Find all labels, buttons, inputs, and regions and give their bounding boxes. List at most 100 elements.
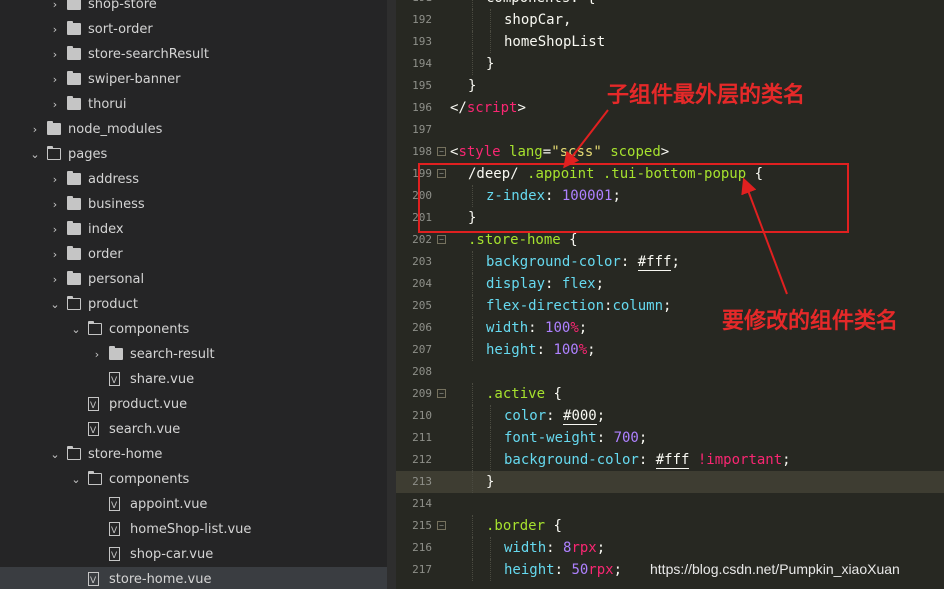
code-line[interactable]: 210 color: #000; [396,405,944,427]
tree-item[interactable]: ⌄ components [0,317,387,342]
tree-item[interactable]: ⌄ pages [0,142,387,167]
tree-item[interactable]: › index [0,217,387,242]
annotation-top: 子组件最外层的类名 [607,83,806,108]
tree-item[interactable]: ⌄ components [0,467,387,492]
chevron-right-icon[interactable]: › [30,117,40,142]
code-line[interactable]: 208 [396,361,944,383]
folder-icon [67,171,81,185]
code-line[interactable]: 215− .border { [396,515,944,537]
tree-item[interactable]: appoint.vue [0,492,387,519]
code-line[interactable]: 192 shopCar, [396,9,944,31]
folder-icon [67,221,81,235]
code-line[interactable]: 194} [396,53,944,75]
code-line[interactable]: 214 [396,493,944,515]
pane-divider[interactable] [387,0,396,589]
code-token: .active [486,386,546,402]
code-line[interactable]: 216 width: 8rpx; [396,537,944,559]
tree-item[interactable]: share.vue [0,367,387,394]
indent-guide [472,339,473,361]
code-token: } [486,56,495,72]
chevron-right-icon[interactable]: › [50,67,60,92]
chevron-down-icon[interactable]: ⌄ [71,317,81,342]
code-token: { [560,232,578,248]
code-token: = [542,144,552,160]
indent-guide [490,537,491,559]
chevron-right-icon[interactable]: › [50,192,60,217]
tree-item-label: node_modules [68,122,163,137]
code-token: homeShopList [504,34,606,50]
tree-item[interactable]: › thorui [0,92,387,117]
fold-toggle-icon[interactable]: − [437,235,446,244]
tree-item-label: personal [88,272,145,287]
code-line[interactable]: 207 height: 100%; [396,339,944,361]
chevron-right-icon[interactable]: › [92,342,102,367]
tree-item[interactable]: store-home.vue [0,567,387,589]
tree-item[interactable]: shop-car.vue [0,542,387,569]
tree-item-label: search-result [130,347,215,362]
chevron-right-icon[interactable]: › [50,92,60,117]
chevron-right-icon[interactable]: › [50,267,60,292]
fold-toggle-icon[interactable]: − [437,147,446,156]
chevron-right-icon[interactable]: › [50,17,60,42]
tree-item[interactable]: › swiper-banner [0,67,387,92]
code-line[interactable]: 209− .active { [396,383,944,405]
tree-item[interactable]: › order [0,242,387,267]
chevron-right-icon[interactable]: › [50,167,60,192]
code-line[interactable]: 212 background-color: #fff !important; [396,449,944,471]
tree-item[interactable]: ⌄ store-home [0,442,387,467]
tree-item-label: swiper-banner [88,72,181,87]
tree-item[interactable]: › search-result [0,342,387,367]
code-line[interactable]: 204 display: flex; [396,273,944,295]
chevron-right-icon[interactable]: › [50,0,60,17]
tree-item[interactable]: › store-searchResult [0,42,387,67]
code-token: flex-direction [486,298,605,314]
line-number: 198 [412,145,432,158]
indent-guide [472,449,473,471]
folder-icon [67,271,81,285]
fold-toggle-icon[interactable]: − [437,521,446,530]
code-line[interactable]: 191 components: { [396,0,944,9]
chevron-down-icon[interactable]: ⌄ [71,467,81,492]
code-line[interactable]: 211 font-weight: 700; [396,427,944,449]
code-token: ; [578,320,588,336]
code-token: lang [500,144,543,160]
code-line[interactable]: 193 homeShopList [396,31,944,53]
chevron-down-icon[interactable]: ⌄ [50,442,60,467]
chevron-down-icon[interactable]: ⌄ [50,292,60,317]
folder-icon [67,296,81,310]
code-line[interactable]: 197 [396,119,944,141]
tree-item[interactable]: › business [0,192,387,217]
line-number: 196 [412,101,432,114]
tree-item[interactable]: search.vue [0,417,387,444]
line-number: 195 [412,79,432,92]
line-number: 203 [412,255,432,268]
tree-item[interactable]: › sort-order [0,17,387,42]
chevron-right-icon[interactable]: › [50,217,60,242]
tree-item[interactable]: ⌄ product [0,292,387,317]
tree-item[interactable]: homeShop-list.vue [0,517,387,544]
tree-item[interactable]: › node_modules [0,117,387,142]
chevron-down-icon[interactable]: ⌄ [30,142,40,167]
code-token: background-color [486,254,621,270]
code-text: font-weight: 700; [504,427,647,449]
chevron-right-icon[interactable]: › [50,242,60,267]
code-token: ; [671,254,680,270]
code-line[interactable]: 213} [396,471,944,493]
indent-guide [490,427,491,449]
line-number: 191 [396,0,432,9]
code-line[interactable]: 198− <style lang="scss" scoped> [396,141,944,163]
tree-item[interactable]: › shop-store [0,0,387,17]
tree-item[interactable]: › personal [0,267,387,292]
code-text: flex-direction:column; [486,295,671,317]
vue-file-icon [109,494,120,519]
file-explorer-sidebar: › shop-store › sort-order › store-searchResul… [0,0,387,589]
line-number: 194 [412,57,432,70]
chevron-right-icon[interactable]: › [50,42,60,67]
folder-icon [67,446,81,460]
tree-item[interactable]: product.vue [0,392,387,419]
line-number: 208 [412,365,432,378]
code-line[interactable]: 203 background-color: #fff; [396,251,944,273]
code-token: height [504,562,555,578]
tree-item[interactable]: › address [0,167,387,192]
fold-toggle-icon[interactable]: − [437,389,446,398]
